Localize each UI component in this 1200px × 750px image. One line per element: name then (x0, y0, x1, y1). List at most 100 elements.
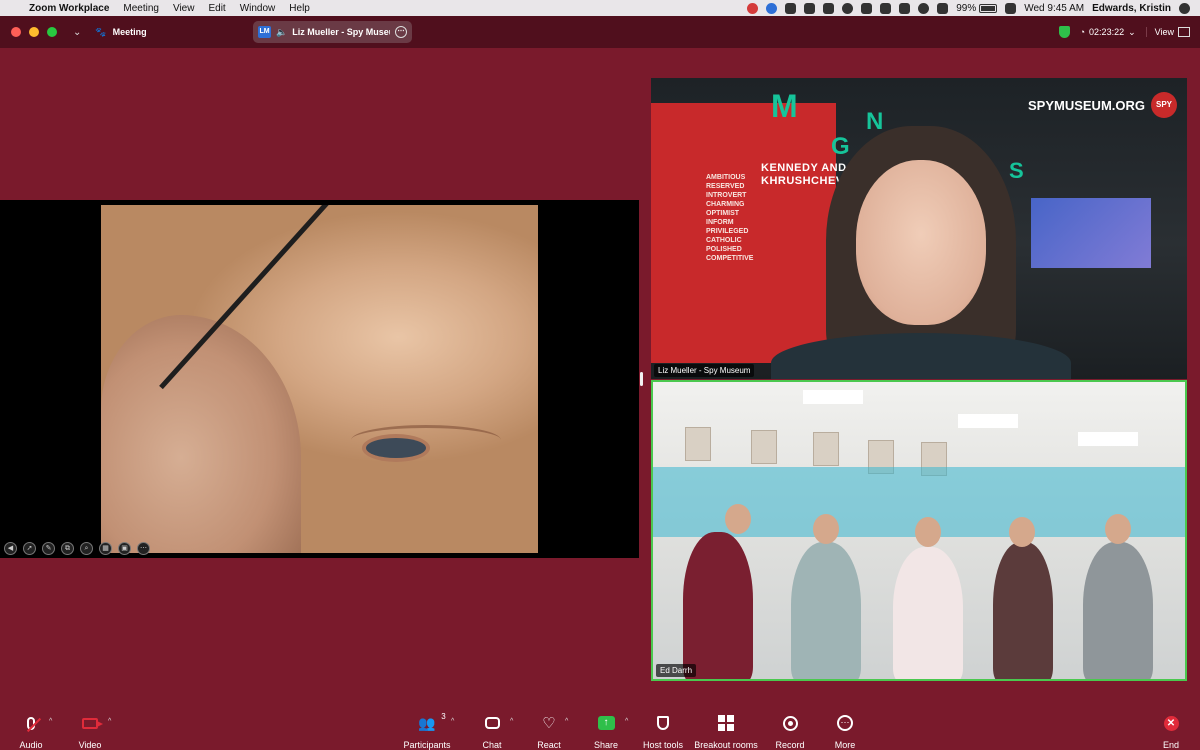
macos-menu-bar: Zoom Workplace Meeting View Edit Window … (0, 0, 1200, 16)
pointer-icon[interactable]: ➚ (23, 542, 36, 555)
timer-icon: ◔ (1079, 27, 1086, 37)
exhibit-title: KENNEDY AND KHRUSHCHEV (761, 162, 847, 187)
ceiling-light (958, 414, 1018, 428)
chat-label: Chat (482, 740, 502, 750)
battery-icon (979, 3, 998, 13)
copy-icon[interactable]: ⧉ (61, 542, 74, 555)
window-controls (11, 27, 57, 37)
student-head (725, 504, 751, 534)
active-speaker-pill[interactable]: LM 🔈 Liz Mueller - Spy Museum ⋯ (253, 21, 412, 43)
student (1083, 542, 1153, 679)
participant-name-label: Ed Darrh (656, 664, 697, 677)
meeting-controls: Audio ^ Video ^ 👥 3 Participants ^ Chat ^… (0, 700, 1200, 750)
creative-cloud-icon[interactable] (747, 2, 759, 14)
student (893, 547, 963, 679)
host-tools-label: Host tools (642, 740, 684, 750)
minimize-window-button[interactable] (29, 27, 39, 37)
speaker-avatar: LM (258, 26, 271, 38)
shield-tray-icon[interactable] (823, 2, 835, 14)
participants-label: Participants (403, 740, 451, 750)
close-window-button[interactable] (11, 27, 21, 37)
meeting-timer[interactable]: ◔ 02:23:22 ⌄ (1080, 27, 1136, 38)
clock[interactable]: Wed 9:45 AM (1024, 3, 1084, 14)
video-label: Video (78, 740, 102, 750)
menu-help[interactable]: Help (282, 3, 317, 14)
end-meeting-icon: ✕ (1163, 715, 1179, 731)
end-button[interactable]: ✕ End (1136, 714, 1200, 750)
chat-options-caret[interactable]: ^ (510, 718, 513, 725)
menu-window[interactable]: Window (233, 3, 283, 14)
video-options-caret[interactable]: ^ (108, 718, 111, 725)
view-button[interactable]: View (1145, 27, 1190, 37)
host-tools-button[interactable]: Host tools (628, 714, 698, 750)
pen-icon[interactable]: ✎ (42, 542, 55, 555)
volume-icon[interactable] (937, 2, 949, 14)
wifi-icon[interactable] (918, 2, 930, 14)
participants-options-caret[interactable]: ^ (451, 718, 454, 725)
bluetooth-icon[interactable] (861, 2, 873, 14)
more-icon: ⋯ (837, 715, 853, 731)
more-button[interactable]: ⋯ More (810, 714, 880, 750)
zoom-tray-icon[interactable] (766, 2, 778, 14)
active-speaker-name: Liz Mueller - Spy Museum (292, 27, 390, 37)
maximize-window-button[interactable] (47, 27, 57, 37)
menu-app-name[interactable]: Zoom Workplace (22, 3, 116, 14)
video-button[interactable]: Video (55, 714, 125, 750)
host-shield-icon (657, 716, 669, 730)
titlebar-right: ◔ 02:23:22 ⌄ View (1058, 16, 1190, 48)
slides-icon[interactable]: ▦ (99, 542, 112, 555)
gallery-view-icon (1178, 27, 1190, 37)
exhibit-letter-s: S (1009, 158, 1024, 183)
battery-status[interactable]: 99% (956, 3, 998, 14)
participant-name-label: Liz Mueller - Spy Museum (654, 364, 755, 377)
student (683, 532, 753, 679)
exhibit-wall-words: AMBITIOUS RESERVED INTROVERT CHARMING OP… (706, 174, 754, 262)
dropbox-icon[interactable] (804, 2, 816, 14)
more-icon[interactable]: ⋯ (137, 542, 150, 555)
more-options-icon[interactable]: ⋯ (395, 26, 407, 38)
airplay-icon[interactable] (899, 2, 911, 14)
spy-badge-icon: SPY (1151, 92, 1177, 118)
exhibit-letter-g: G (831, 133, 850, 160)
ceiling-light (803, 390, 863, 404)
menu-view[interactable]: View (166, 3, 202, 14)
video-tile-liz-mueller[interactable]: AMBITIOUS RESERVED INTROVERT CHARMING OP… (651, 78, 1187, 379)
video-tile-ed-darrh[interactable]: Ed Darrh (651, 380, 1187, 681)
split-view-handle[interactable] (640, 372, 643, 386)
annotation-toolbar: ◀ ➚ ✎ ⧉ ⌕ ▦ ▣ ⋯ (4, 542, 150, 555)
meeting-info[interactable]: 🐾 Meeting (95, 27, 146, 38)
control-center-icon[interactable] (1005, 2, 1017, 14)
react-label: React (537, 740, 561, 750)
display-icon[interactable] (880, 2, 892, 14)
participants-icon: 👥 (418, 714, 436, 731)
breakout-rooms-icon (718, 715, 734, 731)
status-tray: 99% Wed 9:45 AM Edwards, Kristin (747, 0, 1190, 16)
time-machine-icon[interactable] (842, 2, 854, 14)
menu-edit[interactable]: Edit (201, 3, 232, 14)
student (993, 542, 1053, 679)
shared-video-content (101, 205, 538, 553)
eye-shape (366, 438, 426, 458)
wall-poster (751, 430, 777, 464)
presenter-face (856, 160, 986, 325)
participants-count: 3 (441, 712, 446, 721)
chevron-down-icon[interactable]: ⌄ (73, 27, 81, 38)
encryption-shield-icon[interactable] (1058, 26, 1070, 38)
logo-text: SPYMUSEUM.ORG (1027, 97, 1145, 113)
screen-icon[interactable]: ▣ (118, 542, 131, 555)
siri-icon[interactable] (1179, 2, 1190, 14)
back-icon[interactable]: ◀ (4, 542, 17, 555)
wall-poster (813, 432, 839, 466)
spy-museum-logo: SPYMUSEUM.ORG SPY (1028, 92, 1177, 118)
react-options-caret[interactable]: ^ (565, 718, 568, 725)
breakout-rooms-button[interactable]: Breakout rooms (691, 714, 761, 750)
zoom-icon[interactable]: ⌕ (80, 542, 93, 555)
menu-meeting[interactable]: Meeting (116, 3, 166, 14)
audio-options-caret[interactable]: ^ (49, 718, 52, 725)
share-screen-icon: ↑ (597, 716, 615, 730)
shared-screen[interactable]: ◀ ➚ ✎ ⧉ ⌕ ▦ ▣ ⋯ (0, 200, 639, 558)
chat-icon (484, 717, 500, 729)
user-name[interactable]: Edwards, Kristin (1092, 3, 1171, 14)
hand-icon[interactable] (785, 2, 797, 14)
exhibit-letter-m: M (771, 88, 798, 124)
